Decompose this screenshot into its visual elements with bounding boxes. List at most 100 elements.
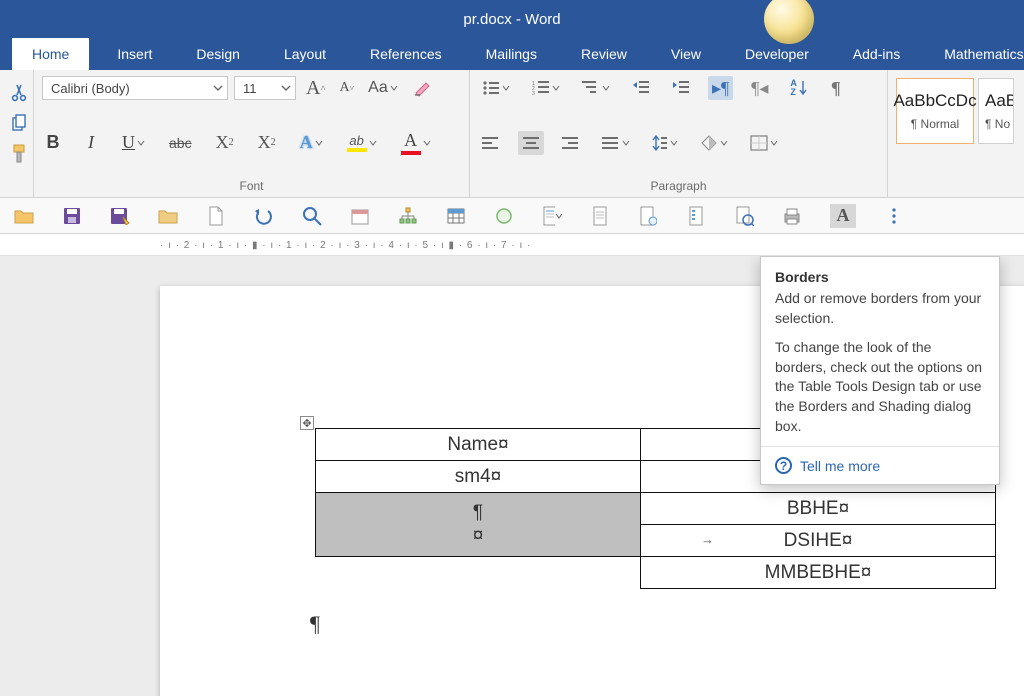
decrease-indent-button[interactable] <box>628 76 654 100</box>
print-preview-icon[interactable] <box>734 206 754 226</box>
align-left-button[interactable] <box>478 131 504 155</box>
group-font: Calibri (Body) 11 A˄ A˅ Aa B I U abc X2 … <box>34 70 470 197</box>
tab-references[interactable]: References <box>354 38 458 70</box>
cell-r5c2[interactable]: MMBEBHE¤ <box>641 557 996 589</box>
borders-button[interactable] <box>746 131 782 155</box>
user-avatar[interactable] <box>764 0 814 44</box>
align-right-button[interactable] <box>558 131 584 155</box>
tab-addins[interactable]: Add-ins <box>837 38 916 70</box>
increase-indent-button[interactable] <box>668 76 694 100</box>
shrink-font-button[interactable]: A˅ <box>336 76 359 100</box>
cell-r3c2[interactable]: BBHE¤ <box>641 493 996 525</box>
table-row: MMBEBHE¤ <box>316 557 996 589</box>
horizontal-ruler[interactable]: · ı · 2 · ı · 1 · ı · ▮ · ı · 1 · ı · 2 … <box>0 234 1024 256</box>
tab-mailings[interactable]: Mailings <box>470 38 553 70</box>
style-nospacing-tile[interactable]: AaBl ¶ No <box>978 78 1014 144</box>
bullets-button[interactable] <box>478 76 514 100</box>
superscript-button[interactable]: X2 <box>254 131 280 155</box>
quick-access-toolbar: A <box>0 198 1024 234</box>
ltr-direction-button[interactable]: ▸¶ <box>708 76 733 100</box>
find-icon[interactable] <box>302 206 322 226</box>
save-icon[interactable] <box>62 206 82 226</box>
date-icon[interactable] <box>350 206 370 226</box>
insert-table-icon[interactable] <box>446 206 466 226</box>
text-effects-button[interactable]: A <box>296 131 327 155</box>
change-case-button[interactable]: Aa <box>364 76 402 100</box>
doc-link-icon[interactable] <box>638 206 658 226</box>
tab-review[interactable]: Review <box>565 38 643 70</box>
ribbon-tabs: Home Insert Design Layout References Mai… <box>0 38 1024 70</box>
cut-icon[interactable] <box>11 84 27 102</box>
subscript-button[interactable]: X2 <box>212 131 238 155</box>
new-document-icon[interactable] <box>206 206 226 226</box>
group-paragraph: 123 ▸¶ ¶◂ AZ ¶ Paragraph <box>470 70 888 197</box>
save-as-icon[interactable] <box>110 206 130 226</box>
paragraph-mark: ¶ <box>310 611 320 637</box>
font-name-value: Calibri (Body) <box>51 81 211 96</box>
tab-insert[interactable]: Insert <box>101 38 168 70</box>
font-name-select[interactable]: Calibri (Body) <box>42 76 228 100</box>
rtl-direction-button[interactable]: ¶◂ <box>747 76 772 100</box>
tooltip-tell-me-more[interactable]: ? Tell me more <box>761 446 999 484</box>
font-size-select[interactable]: 11 <box>234 76 296 100</box>
doc-properties-icon[interactable] <box>542 206 562 226</box>
folder-icon[interactable] <box>158 206 178 226</box>
borders-tooltip: Borders Add or remove borders from your … <box>760 256 1000 485</box>
tab-mathematics[interactable]: Mathematics <box>928 38 1024 70</box>
font-size-value: 11 <box>243 81 279 96</box>
cell-r4c2[interactable]: → DSIHE¤ <box>641 525 996 557</box>
strikethrough-button[interactable]: abc <box>165 131 196 155</box>
shading-button[interactable] <box>696 131 732 155</box>
paragraph-group-label: Paragraph <box>478 179 879 195</box>
font-color-button[interactable]: A <box>397 131 435 155</box>
tab-home[interactable]: Home <box>12 38 89 70</box>
table-row: ¶ ¤ BBHE¤ <box>316 493 996 525</box>
format-painter-icon[interactable] <box>11 144 27 164</box>
tab-developer[interactable]: Developer <box>729 38 825 70</box>
tooltip-body-2: To change the look of the borders, check… <box>761 338 999 446</box>
doc-options-icon[interactable] <box>686 206 706 226</box>
multilevel-list-button[interactable] <box>578 76 614 100</box>
shape-icon[interactable] <box>494 206 514 226</box>
group-styles: AaBbCcDc ¶ Normal AaBl ¶ No <box>888 70 1024 197</box>
open-folder-icon[interactable] <box>14 206 34 226</box>
underline-button[interactable]: U <box>118 131 149 155</box>
sort-button[interactable]: AZ <box>786 76 811 100</box>
tab-view[interactable]: View <box>655 38 717 70</box>
tab-layout[interactable]: Layout <box>268 38 342 70</box>
grow-font-button[interactable]: A˄ <box>302 76 330 100</box>
italic-button[interactable]: I <box>80 131 102 155</box>
numbering-button[interactable]: 123 <box>528 76 564 100</box>
svg-text:3: 3 <box>532 91 535 96</box>
table-move-handle-icon[interactable]: ✥ <box>300 416 314 430</box>
help-icon: ? <box>775 457 792 474</box>
show-hide-marks-button[interactable]: ¶ <box>825 76 847 100</box>
cell-r3c1-selected[interactable]: ¶ ¤ <box>316 493 641 557</box>
more-commands-icon[interactable] <box>884 206 904 226</box>
chevron-down-icon <box>281 83 291 93</box>
doc-stats-icon[interactable] <box>590 206 610 226</box>
tooltip-title: Borders <box>761 257 999 289</box>
document-area[interactable]: ✥ Name¤ Method¤ sm4¤ HE¤ ¶ ¤ BBHE¤ → DSI… <box>0 256 1024 696</box>
justify-button[interactable] <box>598 131 634 155</box>
clear-formatting-button[interactable] <box>408 76 436 100</box>
window-title: pr.docx - Word <box>463 11 560 28</box>
copy-icon[interactable] <box>11 114 27 132</box>
ribbon: Calibri (Body) 11 A˄ A˅ Aa B I U abc X2 … <box>0 70 1024 198</box>
bold-button[interactable]: B <box>42 131 64 155</box>
font-a-icon[interactable]: A <box>830 204 856 228</box>
line-spacing-button[interactable] <box>648 131 682 155</box>
align-center-button[interactable] <box>518 131 544 155</box>
cell-r2c1[interactable]: sm4¤ <box>316 461 641 493</box>
highlight-color-button[interactable]: ab <box>343 131 381 155</box>
tooltip-more-label: Tell me more <box>800 458 880 474</box>
tab-design[interactable]: Design <box>180 38 256 70</box>
font-group-label: Font <box>42 179 461 195</box>
undo-icon[interactable] <box>254 206 274 226</box>
title-bar: pr.docx - Word <box>0 0 1024 38</box>
cell-r1c1[interactable]: Name¤ <box>316 429 641 461</box>
org-chart-icon[interactable] <box>398 206 418 226</box>
style-normal-tile[interactable]: AaBbCcDc ¶ Normal <box>896 78 974 144</box>
print-icon[interactable] <box>782 206 802 226</box>
tab-arrow-icon: → <box>701 532 714 547</box>
